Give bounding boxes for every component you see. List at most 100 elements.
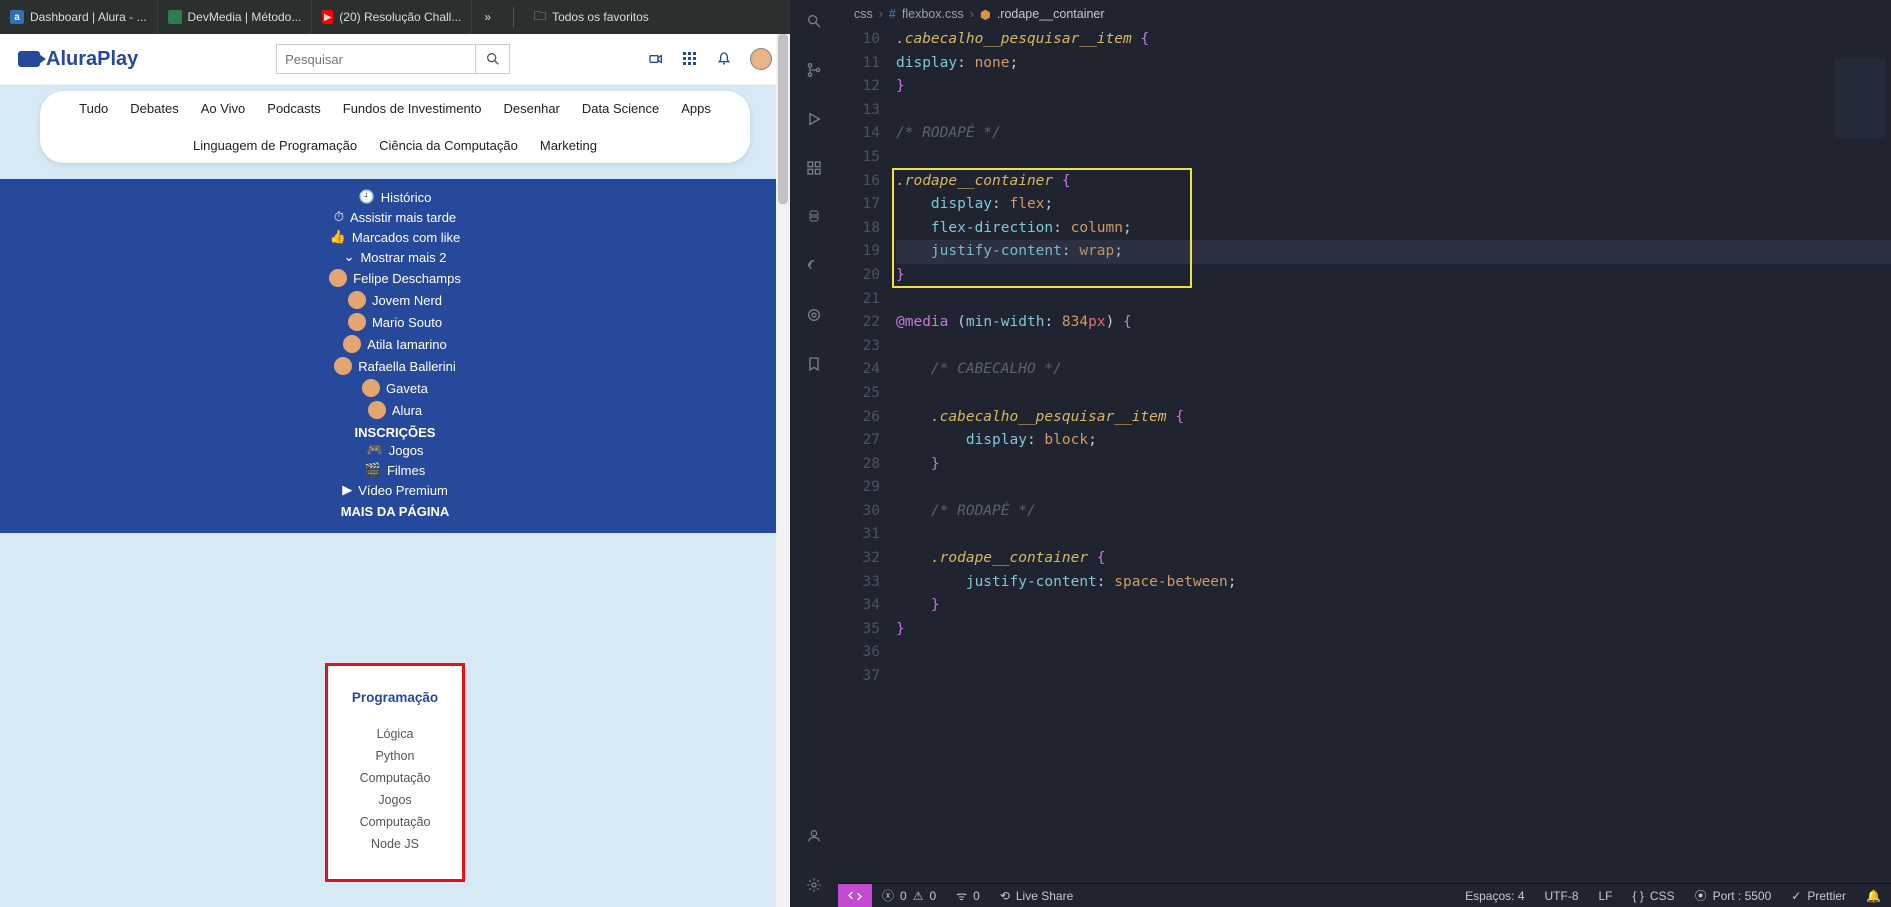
category-chip[interactable]: Ao Vivo (201, 101, 246, 116)
site-search (276, 44, 510, 74)
favorites-folder[interactable]: 🗀 Todos os favoritos (524, 7, 659, 28)
browser-tab-devmedia[interactable]: DevMedia | Método... (158, 0, 313, 34)
breadcrumb[interactable]: css › # flexbox.css › ⬢ .rodape__contain… (838, 0, 1891, 28)
site-logo[interactable]: AluraPlay (18, 48, 138, 71)
footer-card-item[interactable]: Node JS (336, 833, 454, 855)
run-debug-icon[interactable] (806, 108, 822, 129)
favorites-label: Todos os favoritos (552, 10, 649, 24)
code-content[interactable]: .cabecalho__pesquisar__item {display: no… (896, 28, 1891, 883)
source-control-icon[interactable] (806, 59, 822, 80)
breadcrumb-folder[interactable]: css (854, 7, 873, 21)
tabs-overflow-button[interactable]: » (472, 10, 503, 24)
web-page: AluraPlay (0, 34, 790, 907)
python-icon[interactable] (806, 206, 822, 227)
port-icon: ⦿ (1695, 887, 1707, 904)
logo-text: AluraPlay (46, 48, 138, 71)
like-icon: 👍 (330, 229, 346, 245)
apps-grid-icon[interactable] (682, 50, 698, 68)
sidebar-channel-item[interactable]: Atila Iamarino (0, 333, 790, 355)
channel-name: Rafaella Ballerini (358, 359, 456, 374)
tabbar-divider (513, 7, 514, 27)
sidebar-channel-item[interactable]: Felipe Deschamps (0, 267, 790, 289)
search-button[interactable] (476, 44, 510, 74)
footer-card-item[interactable]: Computação (336, 811, 454, 833)
browser-tab-youtube[interactable]: ▶ (20) Resolução Chall... (312, 0, 472, 34)
status-lang[interactable]: { }CSS (1623, 889, 1685, 903)
status-radio[interactable]: ᯤ0 (946, 887, 990, 904)
browser-tab-bar: a Dashboard | Alura - ... DevMedia | Mét… (0, 0, 790, 34)
category-chip[interactable]: Podcasts (267, 101, 320, 116)
symbol-icon: ⬢ (980, 7, 991, 22)
line-gutter: 1011121314151617181920212223242526272829… (838, 28, 896, 883)
page-spacer (0, 533, 790, 663)
status-spaces[interactable]: Espaços: 4 (1455, 889, 1534, 903)
status-prettier[interactable]: ✓Prettier (1781, 889, 1856, 903)
remote-button[interactable] (838, 884, 872, 907)
spaces-label: Espaços: 4 (1465, 889, 1524, 903)
user-avatar[interactable] (750, 48, 772, 70)
category-chip[interactable]: Marketing (540, 138, 597, 153)
sidebar-channel-item[interactable]: Gaveta (0, 377, 790, 399)
liveshare-label: Live Share (1016, 889, 1073, 903)
footer-card-item[interactable]: Computação (336, 767, 454, 789)
alura-favicon: a (10, 10, 24, 24)
camera-plus-icon[interactable] (648, 50, 664, 68)
channel-avatar-icon (343, 335, 361, 353)
footer-card-item[interactable]: Lógica (336, 723, 454, 745)
status-port[interactable]: ⦿Port : 5500 (1685, 887, 1782, 904)
category-chip[interactable]: Desenhar (504, 101, 560, 116)
code-editor[interactable]: 1011121314151617181920212223242526272829… (838, 28, 1891, 883)
history-icon: 🕘 (359, 189, 375, 205)
bell-icon[interactable] (716, 50, 732, 68)
channel-name: Jovem Nerd (372, 293, 442, 308)
sidebar-label: Jogos (389, 443, 424, 458)
category-chip[interactable]: Ciência da Computação (379, 138, 518, 153)
sidebar-channel-item[interactable]: Jovem Nerd (0, 289, 790, 311)
sidebar-channel-item[interactable]: Mario Souto (0, 311, 790, 333)
category-chip[interactable]: Debates (130, 101, 178, 116)
category-chip[interactable]: Linguagem de Programação (193, 138, 357, 153)
sidebar-item-assistir-mais-tarde[interactable]: ⏱Assistir mais tarde (0, 207, 790, 227)
gear-icon[interactable] (806, 874, 822, 895)
sidebar-item-marcados-like[interactable]: 👍Marcados com like (0, 227, 790, 247)
account-icon[interactable] (806, 825, 822, 846)
minimap[interactable] (1835, 58, 1885, 138)
category-chip[interactable]: Apps (681, 101, 711, 116)
sidebar-channel-item[interactable]: Alura (0, 399, 790, 421)
extensions-icon[interactable] (806, 157, 822, 178)
browser-tab-alura[interactable]: a Dashboard | Alura - ... (0, 0, 158, 34)
sidebar-item-mostrar-mais[interactable]: ⌄Mostrar mais 2 (0, 247, 790, 267)
bookmark-icon[interactable] (806, 353, 822, 374)
status-encoding[interactable]: UTF-8 (1535, 889, 1589, 903)
sidebar-channel-item[interactable]: Rafaella Ballerini (0, 355, 790, 377)
breadcrumb-file[interactable]: flexbox.css (902, 7, 964, 21)
search-icon[interactable] (806, 10, 822, 31)
gitlens-icon[interactable] (806, 304, 822, 325)
footer-card-item[interactable]: Jogos (336, 789, 454, 811)
chevron-down-icon: ⌄ (344, 249, 355, 265)
footer-card-item[interactable]: Python (336, 745, 454, 767)
encoding-label: UTF-8 (1545, 889, 1579, 903)
status-eol[interactable]: LF (1589, 889, 1623, 903)
footer-zone: Programação LógicaPythonComputaçãoJogosC… (0, 663, 790, 907)
sidebar-item-jogos[interactable]: 🎮Jogos (0, 440, 790, 460)
status-bell[interactable]: 🔔 (1856, 889, 1891, 903)
category-chip[interactable]: Fundos de Investimento (343, 101, 482, 116)
status-liveshare[interactable]: ⟲Live Share (990, 889, 1083, 903)
sidebar-item-video-premium[interactable]: ▶Vídeo Premium (0, 480, 790, 500)
category-chip[interactable]: Tudo (79, 101, 108, 116)
sidebar-item-filmes[interactable]: 🎬Filmes (0, 460, 790, 480)
sidebar-item-historico[interactable]: 🕘Histórico (0, 187, 790, 207)
search-input[interactable] (276, 44, 476, 74)
category-chip[interactable]: Data Science (582, 101, 659, 116)
camera-icon (18, 51, 40, 67)
status-problems[interactable]: ⓧ0 ⚠0 (872, 887, 946, 904)
scrollbar-thumb[interactable] (778, 34, 788, 204)
channel-avatar-icon (348, 291, 366, 309)
browser-pane: a Dashboard | Alura - ... DevMedia | Mét… (0, 0, 790, 907)
page-scrollbar[interactable] (776, 34, 790, 907)
share-icon[interactable] (806, 255, 822, 276)
breadcrumb-symbol[interactable]: .rodape__container (997, 7, 1105, 21)
eol-label: LF (1599, 889, 1613, 903)
channel-name: Alura (392, 403, 422, 418)
